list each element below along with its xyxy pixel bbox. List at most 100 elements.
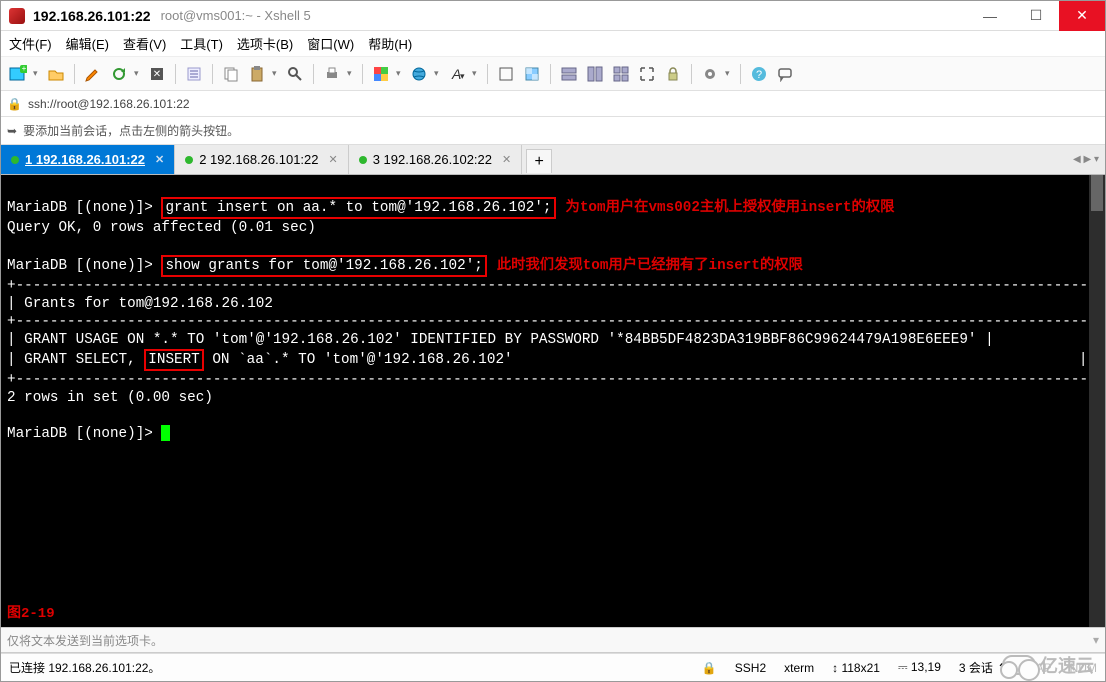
tile-grid-icon[interactable] <box>610 63 632 85</box>
dropdown-icon[interactable]: ▾ <box>33 68 41 79</box>
color-icon[interactable] <box>370 63 392 85</box>
expand-icon[interactable] <box>636 63 658 85</box>
menubar: 文件(F) 编辑(E) 查看(V) 工具(T) 选项卡(B) 窗口(W) 帮助(… <box>1 31 1105 57</box>
status-dot-icon <box>11 156 19 164</box>
status-size: 118x21 <box>841 661 879 675</box>
maximize-button[interactable]: ☐ <box>1013 1 1059 31</box>
print-icon[interactable] <box>321 63 343 85</box>
help-icon[interactable]: ? <box>748 63 770 85</box>
lock-icon[interactable] <box>662 63 684 85</box>
globe-icon[interactable] <box>408 63 430 85</box>
dropdown-icon[interactable]: ▾ <box>434 68 442 79</box>
open-icon[interactable] <box>45 63 67 85</box>
copy-icon[interactable] <box>220 63 242 85</box>
new-tab-icon[interactable]: + <box>7 63 29 85</box>
status-dot-icon <box>359 156 367 164</box>
terminal[interactable]: MariaDB [(none)]> grant insert on aa.* t… <box>1 175 1105 627</box>
app-icon <box>9 8 25 24</box>
title-sub: root@vms001:~ - Xshell 5 <box>161 8 311 23</box>
tabstrip: 1 192.168.26.101:22 ✕ 2 192.168.26.101:2… <box>1 145 1105 175</box>
close-button[interactable]: ✕ <box>1059 1 1105 31</box>
output: +---------------------------------------… <box>7 372 1105 388</box>
prompt: MariaDB [(none)]> <box>7 200 161 216</box>
svg-text:▾: ▾ <box>460 71 465 81</box>
tab-label: 1 192.168.26.101:22 <box>25 152 145 167</box>
lock-icon: 🔒 <box>7 97 22 111</box>
address-url[interactable]: ssh://root@192.168.26.101:22 <box>28 97 1099 111</box>
menu-help[interactable]: 帮助(H) <box>368 34 412 53</box>
dropdown-icon[interactable]: ▾ <box>396 68 404 79</box>
status-num: NUM <box>1070 661 1097 675</box>
highlighted-command: grant insert on aa.* to tom@'192.168.26.… <box>161 197 555 219</box>
tab-add-button[interactable]: + <box>526 149 552 173</box>
menu-file[interactable]: 文件(F) <box>9 34 52 53</box>
lock-icon: 🔒 <box>702 661 717 675</box>
svg-text:?: ? <box>756 69 762 81</box>
session-nav-icon[interactable]: ⇅ <box>999 661 1009 675</box>
compose-bar[interactable]: 仅将文本发送到当前选项卡。 ▾ <box>1 627 1105 653</box>
tab-session-2[interactable]: 2 192.168.26.101:22 ✕ <box>175 145 349 174</box>
hint-text: 要添加当前会话，点击左侧的箭头按钮。 <box>23 122 239 139</box>
app-window: 192.168.26.101:22 root@vms001:~ - Xshell… <box>0 0 1106 682</box>
status-protocol: SSH2 <box>735 661 766 675</box>
edit-icon[interactable] <box>82 63 104 85</box>
output: +---------------------------------------… <box>7 314 1105 330</box>
cursor-pos-icon: ⎓ <box>898 660 908 674</box>
title-main: 192.168.26.101:22 <box>33 8 151 24</box>
tab-close-icon[interactable]: ✕ <box>502 153 511 166</box>
tab-close-icon[interactable]: ✕ <box>329 153 338 166</box>
fullscreen-icon[interactable] <box>495 63 517 85</box>
output: Query OK, 0 rows affected (0.01 sec) <box>7 220 316 236</box>
chat-icon[interactable] <box>774 63 796 85</box>
addressbar: 🔒 ssh://root@192.168.26.101:22 <box>1 91 1105 117</box>
scrollbar-thumb[interactable] <box>1091 175 1103 211</box>
arrow-icon[interactable]: ➥ <box>7 124 17 138</box>
status-cap: CAP <box>1027 661 1052 675</box>
dropdown-icon[interactable]: ▾ <box>472 68 480 79</box>
highlighted-keyword: INSERT <box>144 349 203 371</box>
output: | GRANT USAGE ON *.* TO 'tom'@'192.168.2… <box>7 332 994 348</box>
status-sessions: 3 会话 <box>959 659 993 676</box>
tab-close-icon[interactable]: ✕ <box>155 153 164 166</box>
properties-icon[interactable] <box>183 63 205 85</box>
tile-h-icon[interactable] <box>558 63 580 85</box>
dropdown-icon[interactable]: ▾ <box>725 68 733 79</box>
settings-icon[interactable] <box>699 63 721 85</box>
find-icon[interactable] <box>284 63 306 85</box>
output: | Grants for tom@192.168.26.102 | <box>7 296 1105 312</box>
svg-text:✕: ✕ <box>153 69 161 80</box>
resize-icon: ↕ <box>832 661 838 675</box>
font-icon[interactable]: A▾ <box>446 63 468 85</box>
output: | GRANT SELECT, <box>7 352 144 368</box>
dropdown-icon[interactable]: ▾ <box>272 68 280 79</box>
toolbar: + ▾ ▾ ✕ ▾ ▾ ▾ ▾ A▾ ▾ ▾ <box>1 57 1105 91</box>
cursor <box>161 425 170 441</box>
dropdown-icon[interactable]: ▾ <box>1093 633 1099 647</box>
menu-view[interactable]: 查看(V) <box>123 34 166 53</box>
minimize-button[interactable]: — <box>967 1 1013 31</box>
dropdown-icon[interactable]: ▾ <box>134 68 142 79</box>
menu-tools[interactable]: 工具(T) <box>180 34 223 53</box>
tile-v-icon[interactable] <box>584 63 606 85</box>
tab-label: 2 192.168.26.101:22 <box>199 152 318 167</box>
tab-session-3[interactable]: 3 192.168.26.102:22 ✕ <box>349 145 523 174</box>
paste-icon[interactable] <box>246 63 268 85</box>
dropdown-icon[interactable]: ▾ <box>347 68 355 79</box>
compose-placeholder: 仅将文本发送到当前选项卡。 <box>7 632 163 649</box>
status-connected: 已连接 192.168.26.101:22。 <box>9 659 160 676</box>
menu-tabs[interactable]: 选项卡(B) <box>237 34 293 53</box>
menu-window[interactable]: 窗口(W) <box>307 34 354 53</box>
tab-session-1[interactable]: 1 192.168.26.101:22 ✕ <box>1 145 175 174</box>
transparency-icon[interactable] <box>521 63 543 85</box>
highlighted-command: show grants for tom@'192.168.26.102'; <box>161 255 486 277</box>
reconnect-icon[interactable] <box>108 63 130 85</box>
menu-edit[interactable]: 编辑(E) <box>66 34 109 53</box>
terminal-scrollbar[interactable] <box>1089 175 1105 627</box>
figure-label: 图2-19 <box>7 605 55 623</box>
annotation: 为tom用户在vms002主机上授权使用insert的权限 <box>566 200 895 216</box>
disconnect-icon[interactable]: ✕ <box>146 63 168 85</box>
statusbar: 已连接 192.168.26.101:22。 🔒 SSH2 xterm ↕ 11… <box>1 653 1105 681</box>
status-termtype: xterm <box>784 661 814 675</box>
tab-nav[interactable]: ◀ ▶ ▾ <box>1067 145 1105 174</box>
prompt: MariaDB [(none)]> <box>7 426 161 442</box>
